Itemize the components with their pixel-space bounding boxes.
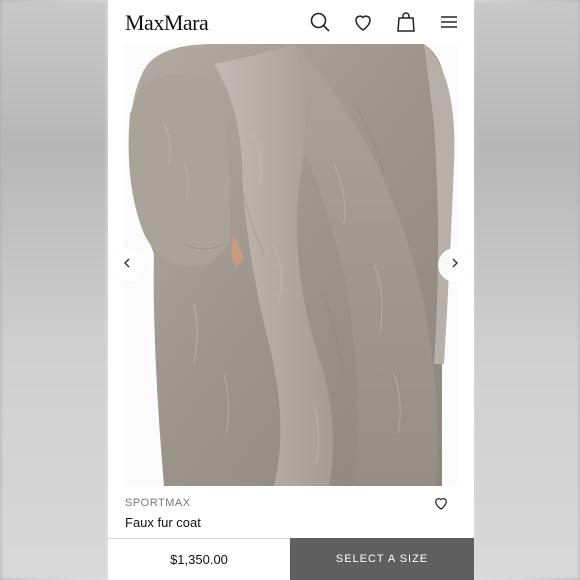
purchase-bar: $1,350.00 SELECT A SIZE: [108, 538, 474, 580]
menu-icon[interactable]: [437, 10, 461, 34]
previous-image-button[interactable]: [110, 248, 144, 282]
next-image-button[interactable]: [438, 248, 472, 282]
select-size-button[interactable]: SELECT A SIZE: [290, 538, 474, 580]
background-right: [472, 0, 580, 580]
chevron-right-icon: [449, 256, 461, 274]
product-image[interactable]: [124, 44, 458, 486]
fur-coat-illustration: [124, 44, 458, 486]
brand-logo[interactable]: MaxMara: [125, 10, 209, 36]
wishlist-heart-icon[interactable]: [432, 494, 450, 512]
product-name: Faux fur coat: [125, 515, 201, 530]
product-brand[interactable]: SPORTMAX: [125, 497, 191, 509]
top-bar: MaxMara: [108, 0, 474, 44]
search-icon[interactable]: [308, 10, 332, 34]
heart-icon[interactable]: [351, 10, 375, 34]
background-left: [0, 0, 108, 580]
phone-screen: MaxMara SPORTMAX Faux fur coat $1,350.00…: [108, 0, 474, 580]
chevron-left-icon: [121, 256, 133, 274]
price: $1,350.00: [108, 538, 290, 580]
bag-icon[interactable]: [394, 10, 418, 34]
